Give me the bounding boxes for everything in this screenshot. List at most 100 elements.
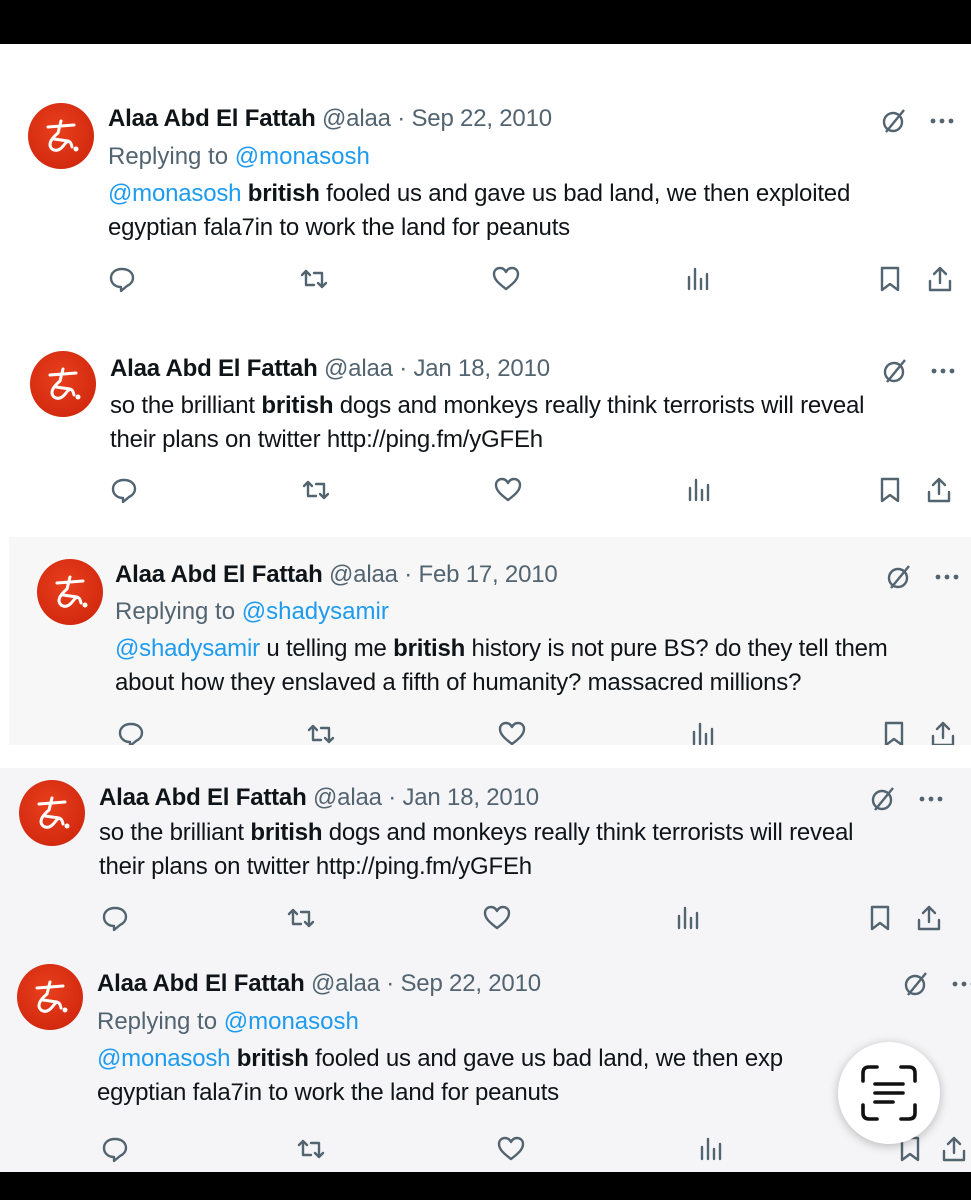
text-line: fooled us and gave us bad land, we then … bbox=[308, 1045, 783, 1072]
tweet-header: Alaa Abd El Fattah @alaa · Sep 22, 2010 bbox=[108, 105, 552, 133]
mention-link[interactable]: @monasosh bbox=[108, 180, 248, 207]
tweet-header: Alaa Abd El Fattah @alaa · Sep 22, 2010 bbox=[97, 970, 541, 998]
views-icon[interactable] bbox=[684, 265, 712, 293]
tweet-meta[interactable]: @alaa · Sep 22, 2010 bbox=[311, 970, 541, 997]
action-bar bbox=[0, 1135, 971, 1165]
avatar[interactable] bbox=[19, 780, 85, 846]
bookmark-icon[interactable] bbox=[876, 265, 904, 293]
text-line: egyptian fala7in to work the land for pe… bbox=[97, 1079, 559, 1106]
more-icon[interactable] bbox=[930, 117, 954, 125]
avatar[interactable] bbox=[28, 103, 94, 169]
replying-to: Replying to @monasosh bbox=[108, 143, 370, 171]
bold-word: british bbox=[247, 180, 320, 207]
text-line: dogs and monkeys really think terrorists… bbox=[322, 819, 854, 846]
grok-icon[interactable] bbox=[885, 563, 913, 591]
text-line: fooled us and gave us bad land, we then … bbox=[319, 180, 851, 207]
more-icon[interactable] bbox=[935, 573, 959, 581]
bookmark-icon[interactable] bbox=[880, 720, 908, 745]
reply-icon[interactable] bbox=[101, 1135, 129, 1163]
retweet-icon[interactable] bbox=[300, 265, 328, 293]
avatar[interactable] bbox=[17, 964, 83, 1030]
text-scan-button[interactable] bbox=[838, 1042, 940, 1144]
text-line: so the brilliant bbox=[99, 819, 251, 846]
mention-link[interactable]: @monasosh bbox=[97, 1045, 237, 1072]
author-name[interactable]: Alaa Abd El Fattah bbox=[108, 105, 316, 132]
bookmark-icon[interactable] bbox=[876, 476, 904, 504]
tweet-header: Alaa Abd El Fattah @alaa · Jan 18, 2010 bbox=[110, 355, 550, 383]
grok-icon[interactable] bbox=[869, 785, 897, 813]
like-icon[interactable] bbox=[494, 476, 522, 504]
bold-word: british bbox=[393, 635, 466, 662]
tweet-card[interactable]: Alaa Abd El Fattah @alaa · Jan 18, 2010 … bbox=[0, 768, 971, 948]
like-icon[interactable] bbox=[492, 265, 520, 293]
share-icon[interactable] bbox=[940, 1135, 968, 1163]
replying-to: Replying to @shadysamir bbox=[115, 598, 389, 626]
reply-mention-link[interactable]: @monasosh bbox=[224, 1008, 359, 1035]
mention-link[interactable]: @shadysamir bbox=[115, 635, 266, 662]
grok-icon[interactable] bbox=[902, 970, 930, 998]
retweet-icon[interactable] bbox=[307, 720, 335, 745]
tweet-header: Alaa Abd El Fattah @alaa · Feb 17, 2010 bbox=[115, 561, 558, 589]
avatar[interactable] bbox=[37, 559, 103, 625]
views-icon[interactable] bbox=[685, 476, 713, 504]
share-icon[interactable] bbox=[915, 904, 943, 932]
tweet-text: @monasosh british fooled us and gave us … bbox=[97, 1042, 783, 1110]
views-icon[interactable] bbox=[674, 904, 702, 932]
tweet-card[interactable]: Alaa Abd El Fattah @alaa · Feb 17, 2010 … bbox=[9, 537, 971, 745]
author-name[interactable]: Alaa Abd El Fattah bbox=[110, 355, 318, 382]
reply-mention-link[interactable]: @monasosh bbox=[235, 143, 370, 170]
reply-icon[interactable] bbox=[101, 904, 129, 932]
share-icon[interactable] bbox=[926, 265, 954, 293]
tweet-meta[interactable]: @alaa · Sep 22, 2010 bbox=[322, 105, 552, 132]
tweet-top-icons bbox=[869, 785, 943, 813]
reply-icon[interactable] bbox=[117, 720, 145, 745]
reply-icon[interactable] bbox=[108, 265, 136, 293]
views-icon[interactable] bbox=[689, 720, 717, 745]
share-icon[interactable] bbox=[929, 720, 957, 745]
bottom-black-bar bbox=[0, 1172, 971, 1200]
action-bar bbox=[5, 265, 971, 295]
tweet-top-icons bbox=[880, 107, 954, 135]
tweet-meta[interactable]: @alaa · Feb 17, 2010 bbox=[329, 561, 558, 588]
tweet-top-icons bbox=[881, 357, 955, 385]
bookmark-icon[interactable] bbox=[866, 904, 894, 932]
retweet-icon[interactable] bbox=[297, 1135, 325, 1163]
text-line: dogs and monkeys really think terrorists… bbox=[333, 392, 865, 419]
text-scan-icon bbox=[861, 1065, 917, 1121]
author-name[interactable]: Alaa Abd El Fattah bbox=[99, 784, 307, 811]
text-line: their plans on twitter http://ping.fm/yG… bbox=[99, 853, 532, 880]
action-bar bbox=[0, 904, 971, 934]
bold-word: british bbox=[250, 819, 323, 846]
tweet-header: Alaa Abd El Fattah @alaa · Jan 18, 2010 bbox=[99, 784, 539, 812]
like-icon[interactable] bbox=[498, 720, 526, 745]
tweet-card[interactable]: Alaa Abd El Fattah @alaa · Sep 22, 2010 … bbox=[5, 83, 971, 303]
text-line: so the brilliant bbox=[110, 392, 262, 419]
reply-mention-link[interactable]: @shadysamir bbox=[242, 598, 389, 625]
avatar[interactable] bbox=[30, 351, 96, 417]
tweet-meta[interactable]: @alaa · Jan 18, 2010 bbox=[313, 784, 539, 811]
more-icon[interactable] bbox=[931, 367, 955, 375]
like-icon[interactable] bbox=[497, 1135, 525, 1163]
retweet-icon[interactable] bbox=[287, 904, 315, 932]
author-name[interactable]: Alaa Abd El Fattah bbox=[115, 561, 323, 588]
tweet-card[interactable]: Alaa Abd El Fattah @alaa · Sep 22, 2010 … bbox=[0, 948, 971, 1172]
text-line: history is not pure BS? do they tell the… bbox=[465, 635, 888, 662]
share-icon[interactable] bbox=[925, 476, 953, 504]
tweet-card[interactable]: Alaa Abd El Fattah @alaa · Jan 18, 2010 … bbox=[8, 333, 971, 521]
tweet-text: so the brilliant british dogs and monkey… bbox=[110, 389, 864, 457]
tweet-text: @monasosh british fooled us and gave us … bbox=[108, 177, 850, 245]
more-icon[interactable] bbox=[952, 980, 971, 988]
retweet-icon[interactable] bbox=[302, 476, 330, 504]
bold-word: british bbox=[261, 392, 334, 419]
reply-icon[interactable] bbox=[110, 476, 138, 504]
views-icon[interactable] bbox=[697, 1135, 725, 1163]
top-black-bar bbox=[0, 0, 971, 44]
action-bar bbox=[9, 720, 971, 745]
like-icon[interactable] bbox=[483, 904, 511, 932]
more-icon[interactable] bbox=[919, 795, 943, 803]
author-name[interactable]: Alaa Abd El Fattah bbox=[97, 970, 305, 997]
grok-icon[interactable] bbox=[880, 107, 908, 135]
text-line: their plans on twitter http://ping.fm/yG… bbox=[110, 426, 543, 453]
tweet-meta[interactable]: @alaa · Jan 18, 2010 bbox=[324, 355, 550, 382]
grok-icon[interactable] bbox=[881, 357, 909, 385]
